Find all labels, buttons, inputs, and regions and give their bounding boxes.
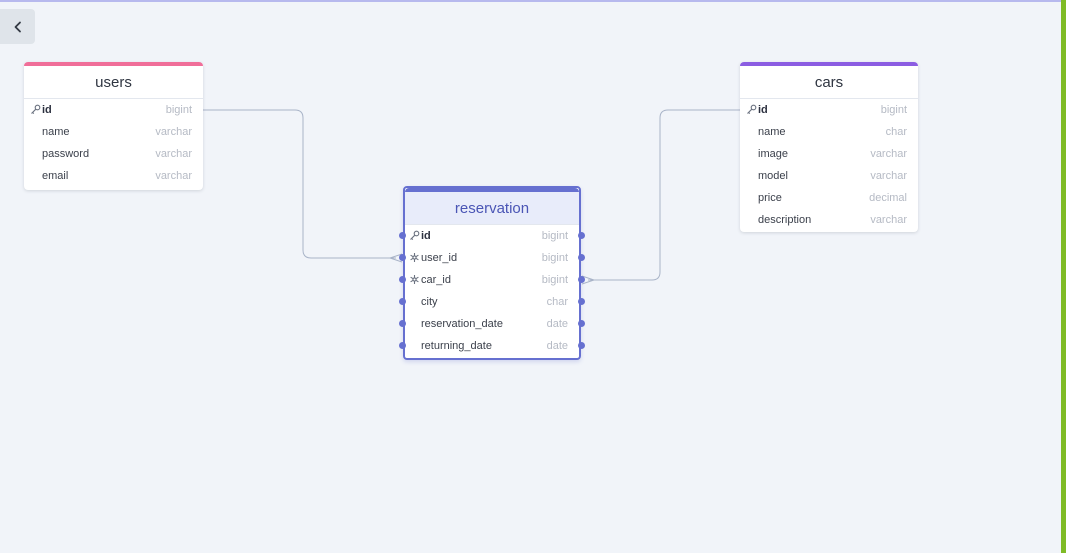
back-button[interactable] — [0, 9, 35, 44]
field-type: bigint — [541, 230, 568, 242]
table-title: cars — [740, 66, 918, 99]
field-type: bigint — [541, 274, 568, 286]
field-name: id — [421, 230, 431, 242]
field-row-description[interactable]: description varchar — [740, 209, 918, 231]
field-type: varchar — [870, 170, 907, 182]
foreign-key-icon — [409, 274, 420, 285]
field-type: bigint — [880, 104, 907, 116]
field-name: id — [42, 104, 52, 116]
field-type: decimal — [869, 192, 907, 204]
field-name: model — [758, 170, 788, 182]
field-list: id bigint user_id bigint car_id bigint c… — [399, 225, 585, 358]
field-type: bigint — [165, 104, 192, 116]
field-name: name — [42, 126, 70, 138]
link-cars-reservation[interactable] — [588, 109, 740, 281]
field-type: date — [546, 318, 568, 330]
field-row-id[interactable]: id bigint — [24, 99, 203, 121]
field-row-id[interactable]: id bigint — [740, 99, 918, 121]
field-name: returning_date — [421, 340, 492, 352]
field-row-email[interactable]: email varchar — [24, 165, 203, 187]
field-type: bigint — [541, 252, 568, 264]
field-list: id bigint name char image varchar model … — [740, 99, 918, 232]
link-users-reservation[interactable] — [203, 109, 396, 259]
field-row-returning-date[interactable]: returning_date date — [399, 335, 585, 357]
connection-handle[interactable] — [578, 342, 585, 349]
field-row-id[interactable]: id bigint — [399, 225, 585, 247]
field-name: password — [42, 148, 90, 160]
connection-handle[interactable] — [399, 298, 406, 305]
field-row-car-id[interactable]: car_id bigint — [399, 269, 585, 291]
connection-handle[interactable] — [578, 298, 585, 305]
table-title: users — [24, 66, 203, 99]
field-name: image — [758, 148, 788, 160]
field-name: city — [421, 296, 438, 308]
connection-handle[interactable] — [578, 320, 585, 327]
connection-handle[interactable] — [399, 342, 406, 349]
field-row-city[interactable]: city char — [399, 291, 585, 313]
connection-handle[interactable] — [578, 232, 585, 239]
field-name: user_id — [421, 252, 458, 264]
field-type: varchar — [870, 214, 907, 226]
field-type: date — [546, 340, 568, 352]
field-type: char — [885, 126, 907, 138]
field-name: email — [42, 170, 69, 182]
field-row-name[interactable]: name varchar — [24, 121, 203, 143]
table-title: reservation — [405, 192, 579, 225]
connection-handle[interactable] — [399, 276, 406, 283]
chevron-left-icon — [14, 21, 21, 32]
field-name: description — [758, 214, 812, 226]
field-type: varchar — [155, 126, 192, 138]
field-name: car_id — [421, 274, 451, 286]
key-icon — [409, 230, 420, 241]
right-edge-bar — [1061, 0, 1066, 553]
field-row-reservation-date[interactable]: reservation_date date — [399, 313, 585, 335]
connection-handle[interactable] — [578, 254, 585, 261]
field-row-name[interactable]: name char — [740, 121, 918, 143]
field-type: varchar — [155, 148, 192, 160]
field-name: price — [758, 192, 782, 204]
field-name: name — [758, 126, 786, 138]
field-row-model[interactable]: model varchar — [740, 165, 918, 187]
table-reservation[interactable]: reservation id bigint user_id bigint car… — [399, 186, 585, 360]
field-name: id — [758, 104, 768, 116]
key-icon — [30, 104, 41, 115]
field-type: varchar — [155, 170, 192, 182]
field-row-price[interactable]: price decimal — [740, 187, 918, 209]
field-name: reservation_date — [421, 318, 503, 330]
table-users[interactable]: users id bigint name varchar password va… — [24, 62, 203, 190]
connection-handle[interactable] — [399, 254, 406, 261]
field-row-password[interactable]: password varchar — [24, 143, 203, 165]
table-cars[interactable]: cars id bigint name char image varchar m… — [740, 62, 918, 232]
field-row-image[interactable]: image varchar — [740, 143, 918, 165]
top-border — [0, 0, 1061, 2]
field-type: char — [546, 296, 568, 308]
field-row-user-id[interactable]: user_id bigint — [399, 247, 585, 269]
key-icon — [746, 104, 757, 115]
connection-handle[interactable] — [399, 232, 406, 239]
field-type: varchar — [870, 148, 907, 160]
foreign-key-icon — [409, 252, 420, 263]
connection-handle[interactable] — [578, 276, 585, 283]
connection-handle[interactable] — [399, 320, 406, 327]
field-list: id bigint name varchar password varchar … — [24, 99, 203, 190]
